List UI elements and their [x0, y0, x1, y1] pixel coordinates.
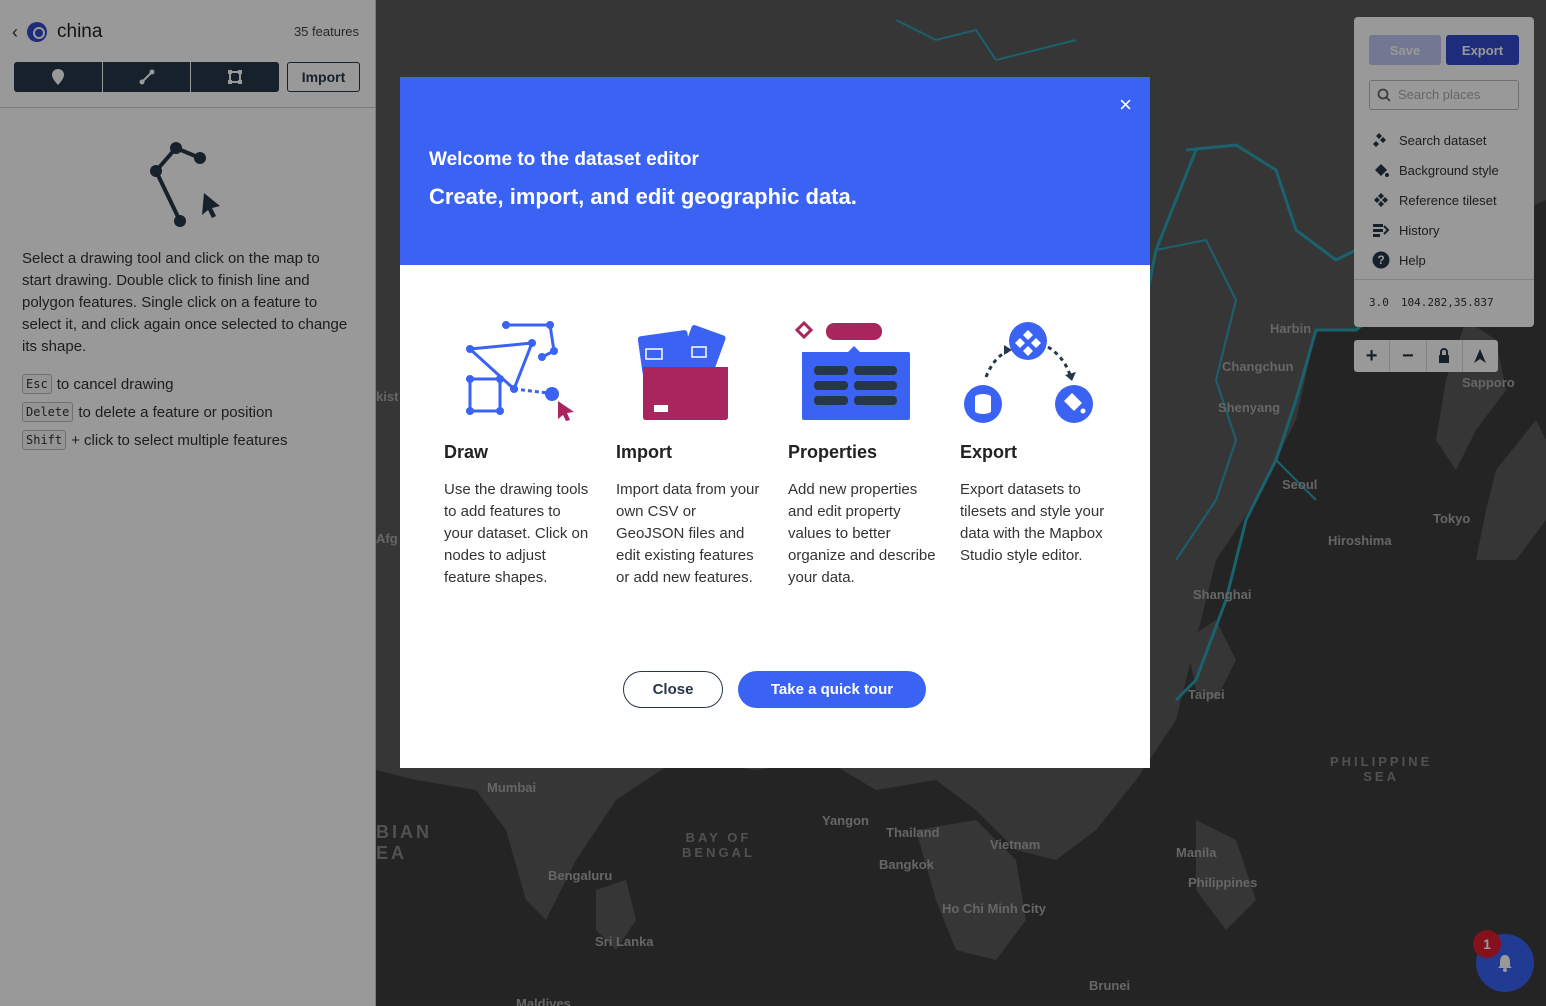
modal-subtitle: Create, import, and edit geographic data… — [429, 184, 857, 209]
take-tour-button[interactable]: Take a quick tour — [738, 671, 926, 708]
close-button[interactable]: Close — [623, 671, 723, 708]
export-feature-icon — [960, 317, 1132, 427]
feature-title: Import — [616, 442, 672, 462]
app: ‹ china 35 features Import Select a draw… — [0, 0, 1546, 1006]
feature-properties: Properties Add new properties and edit p… — [788, 317, 960, 589]
modal-title: Welcome to the dataset editor — [429, 149, 699, 170]
feature-import: Import Import data from your own CSV or … — [616, 317, 788, 589]
welcome-modal: × Welcome to the dataset editor Create, … — [400, 77, 1150, 768]
import-feature-icon — [616, 317, 788, 427]
feature-text: Export datasets to tilesets and style yo… — [960, 481, 1105, 564]
feature-title: Properties — [788, 442, 878, 462]
feature-title: Export — [960, 442, 1018, 462]
feature-text: Use the drawing tools to add features to… — [444, 481, 589, 586]
feature-draw: Draw Use the drawing tools to add featur… — [444, 317, 616, 589]
feature-columns: Draw Use the drawing tools to add featur… — [444, 317, 1132, 589]
feature-text: Add new properties and edit property val… — [788, 481, 936, 586]
feature-title: Draw — [444, 442, 489, 462]
properties-feature-icon — [788, 317, 960, 427]
modal-header: × Welcome to the dataset editor Create, … — [400, 77, 1150, 265]
close-icon[interactable]: × — [1119, 92, 1132, 118]
draw-feature-icon — [444, 317, 616, 427]
feature-text: Import data from your own CSV or GeoJSON… — [616, 481, 760, 586]
feature-export: Export Export datasets to tilesets and s… — [960, 317, 1132, 589]
